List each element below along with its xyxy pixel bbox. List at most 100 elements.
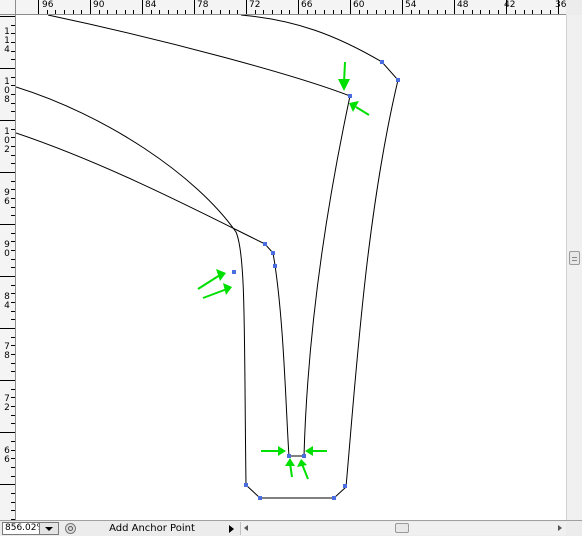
ruler-tick: [11, 501, 15, 503]
ruler-tick: [540, 10, 542, 14]
ruler-tick: [11, 267, 15, 269]
ruler-tick: [11, 33, 15, 35]
document-canvas[interactable]: [16, 15, 566, 520]
ruler-tick: [11, 128, 15, 130]
scroll-right-icon[interactable]: [558, 525, 562, 531]
ruler-tick: [11, 414, 15, 416]
ruler-tick: [254, 10, 256, 14]
ruler-tick: [11, 440, 15, 442]
ruler-label: 54: [405, 0, 417, 10]
ruler-tick: [462, 10, 464, 14]
anchor-point-icon[interactable]: [302, 454, 306, 458]
ruler-tick: [367, 10, 369, 14]
ruler-tick: [315, 10, 317, 14]
ruler-label: 72: [249, 0, 261, 10]
horizontal-ruler[interactable]: 96 90 84 78 72 66 60 54 48 42 36: [0, 0, 582, 15]
anchor-point-icon[interactable]: [396, 78, 400, 82]
anchor-point-icon[interactable]: [332, 496, 336, 500]
ruler-tick: [0, 16, 15, 17]
ruler-tick: [419, 10, 421, 14]
ruler-tick: [11, 406, 15, 408]
ruler-tick: [454, 0, 456, 14]
ruler-tick: [72, 10, 74, 14]
anchor-point-icon[interactable]: [244, 483, 248, 487]
vertical-scroll-thumb[interactable]: [569, 251, 580, 265]
ruler-tick: [0, 380, 15, 382]
ruler-tick: [11, 371, 15, 373]
ruler-tick: [11, 85, 15, 87]
ruler-tick: [11, 397, 15, 399]
ruler-tick: [393, 10, 395, 14]
ruler-tick: [11, 76, 15, 78]
ruler-tick: [246, 0, 248, 14]
anchor-point-icon[interactable]: [258, 496, 262, 500]
ruler-tick: [263, 10, 265, 14]
ruler-tick: [11, 102, 15, 104]
ruler-tick: [11, 59, 15, 61]
ruler-tick: [523, 10, 525, 14]
ruler-tick: [0, 68, 15, 70]
ruler-tick: [11, 510, 15, 512]
status-info-icon[interactable]: [65, 523, 76, 534]
anchor-point-icon[interactable]: [263, 242, 267, 246]
anchor-point-icon[interactable]: [343, 484, 347, 488]
ruler-origin-corner[interactable]: [0, 0, 16, 15]
annotation-arrows: [197, 61, 370, 480]
ruler-tick: [11, 137, 15, 139]
ruler-tick: [38, 0, 39, 14]
zoom-level-field[interactable]: 856.02%: [2, 522, 40, 535]
ruler-label: 96: [42, 0, 54, 10]
ruler-tick: [150, 10, 152, 14]
ruler-tick: [11, 163, 15, 165]
ruler-tick: [11, 111, 15, 113]
ruler-tick: [445, 10, 447, 14]
anchor-point-icon[interactable]: [271, 251, 275, 255]
ruler-tick: [11, 388, 15, 390]
ruler-tick: [11, 232, 15, 234]
anchor-point-icon[interactable]: [287, 454, 291, 458]
ruler-tick: [124, 10, 126, 14]
anchor-point-icon[interactable]: [348, 94, 352, 98]
ruler-tick: [532, 10, 534, 14]
status-menu-arrow-icon[interactable]: [229, 525, 234, 533]
ruler-tick: [133, 10, 135, 14]
horizontal-scroll-thumb[interactable]: [395, 523, 409, 533]
vertical-ruler[interactable]: 114 108 102 96 90 84 78 72 66: [0, 15, 16, 520]
ruler-tick: [324, 10, 326, 14]
ruler-tick: [11, 180, 15, 182]
ruler-tick: [280, 10, 282, 14]
ruler-tick: [220, 10, 222, 14]
ruler-tick: [11, 24, 15, 26]
ruler-tick: [488, 10, 490, 14]
ruler-tick: [11, 198, 15, 200]
ruler-tick: [202, 10, 204, 14]
ruler-tick: [332, 10, 334, 14]
ruler-tick: [159, 10, 161, 14]
ruler-tick: [558, 0, 560, 14]
ruler-tick: [549, 10, 551, 14]
ruler-label-vertical: 78: [4, 342, 10, 361]
ruler-label-vertical: 96: [4, 188, 10, 207]
anchor-point-icon[interactable]: [380, 60, 384, 64]
ruler-label: 78: [197, 0, 209, 10]
vertical-scrollbar[interactable]: [566, 15, 582, 520]
ruler-tick: [471, 10, 473, 14]
ruler-label-vertical: 90: [4, 240, 10, 259]
ruler-tick: [11, 362, 15, 364]
ruler-tick: [289, 10, 291, 14]
horizontal-scrollbar[interactable]: [240, 522, 566, 535]
anchor-point-icon[interactable]: [273, 264, 277, 268]
ruler-tick: [11, 302, 15, 304]
ruler-tick: [0, 328, 15, 330]
ruler-tick: [142, 0, 144, 14]
scroll-left-icon[interactable]: [244, 525, 248, 531]
ruler-tick: [384, 10, 386, 14]
ruler-tick: [168, 10, 170, 14]
anchor-point-icon[interactable]: [232, 270, 236, 274]
ruler-tick: [11, 189, 15, 191]
ruler-tick: [211, 10, 213, 14]
ruler-tick: [0, 432, 15, 434]
outer-shape-path[interactable]: [16, 15, 399, 499]
zoom-dropdown-button[interactable]: [40, 522, 59, 535]
ruler-tick: [0, 276, 15, 278]
